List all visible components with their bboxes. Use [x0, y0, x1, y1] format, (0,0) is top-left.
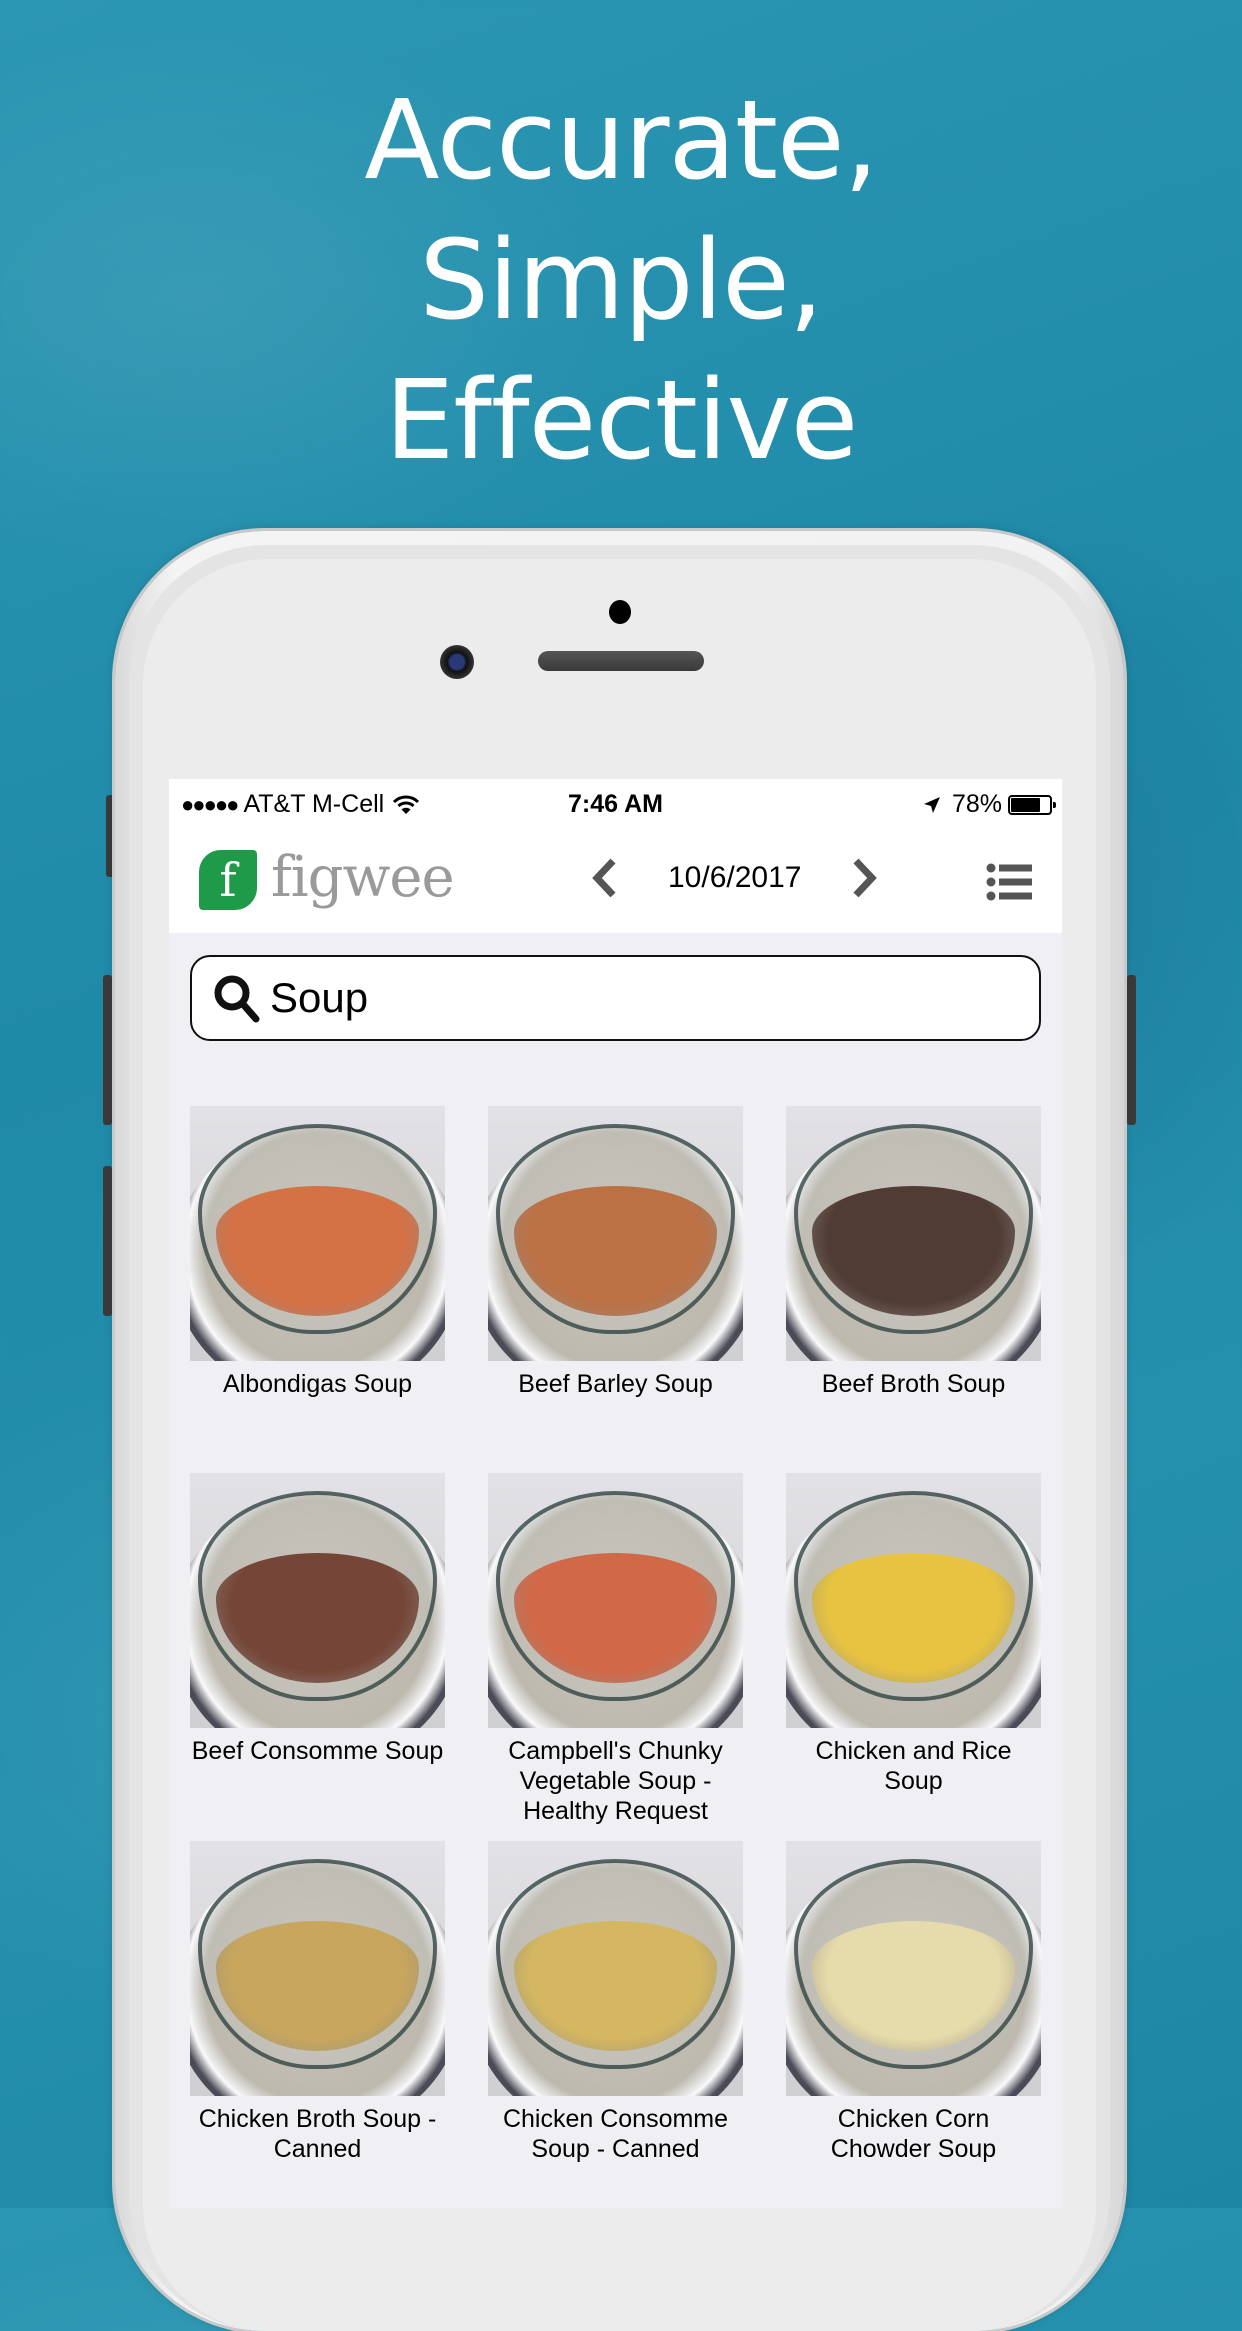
- phone-volume-down-button: [103, 1166, 112, 1316]
- tagline-line-2: Simple,: [419, 216, 824, 344]
- battery-icon: [1008, 794, 1056, 815]
- food-result-tile[interactable]: Albondigas Soup: [190, 1106, 445, 1399]
- food-name: Chicken and Rice Soup: [815, 1737, 1012, 1795]
- next-day-button[interactable]: [845, 851, 885, 905]
- chevron-left-icon: [592, 858, 616, 898]
- food-search-box[interactable]: [190, 955, 1041, 1041]
- figwee-logo[interactable]: f figwee: [199, 845, 455, 910]
- phone-volume-up-button: [103, 975, 112, 1125]
- app-screen: ●●●●● AT&T M-Cell 7:46 AM 78% f figwee 1…: [169, 779, 1062, 2208]
- marketing-tagline: Accurate, Simple, Effective: [0, 70, 1242, 490]
- phone-earpiece-speaker: [538, 651, 704, 671]
- food-name: Beef Barley Soup: [518, 1370, 713, 1398]
- battery-level-fill: [1011, 797, 1041, 812]
- food-name: Chicken Broth Soup - Canned: [198, 2105, 437, 2163]
- phone-front-camera: [440, 645, 474, 679]
- food-name: Albondigas Soup: [222, 1370, 413, 1398]
- logo-wordmark: figwee: [271, 845, 455, 910]
- food-photo: [488, 1106, 743, 1361]
- tagline-line-3: Effective: [384, 356, 859, 484]
- search-icon: [214, 975, 260, 1023]
- food-photo: [190, 1473, 445, 1728]
- food-photo: [786, 1841, 1041, 2096]
- food-result-tile[interactable]: Chicken Corn Chowder Soup: [786, 1841, 1041, 2164]
- logo-leaf-icon: f: [199, 849, 257, 910]
- food-result-tile[interactable]: Beef Broth Soup: [786, 1106, 1041, 1399]
- date-navigator: 10/6/2017: [584, 851, 885, 905]
- food-result-tile[interactable]: Chicken and Rice Soup: [786, 1473, 1041, 1796]
- food-result-tile[interactable]: Chicken Consomme Soup - Canned: [488, 1841, 743, 2164]
- food-photo: [190, 1106, 445, 1361]
- food-photo: [786, 1473, 1041, 1728]
- food-result-tile[interactable]: Chicken Broth Soup - Canned: [190, 1841, 445, 2164]
- search-input[interactable]: [270, 974, 970, 1022]
- app-header: f figwee 10/6/2017: [169, 829, 1062, 933]
- battery-percent: 78%: [951, 790, 1002, 818]
- status-bar: ●●●●● AT&T M-Cell 7:46 AM 78%: [169, 779, 1062, 829]
- phone-power-button: [1127, 975, 1136, 1125]
- list-menu-icon: [986, 863, 1032, 901]
- food-name: Beef Broth Soup: [821, 1370, 1006, 1398]
- current-date[interactable]: 10/6/2017: [668, 861, 801, 895]
- food-photo: [488, 1473, 743, 1728]
- food-name: Beef Consomme Soup: [191, 1737, 444, 1765]
- food-name: Chicken Consomme Soup - Canned: [502, 2105, 729, 2163]
- location-arrow-icon: [923, 796, 940, 813]
- phone-mute-switch: [106, 795, 115, 877]
- food-name: Campbell's Chunky Vegetable Soup - Healt…: [508, 1737, 723, 1825]
- food-result-tile[interactable]: Campbell's Chunky Vegetable Soup - Healt…: [488, 1473, 743, 1826]
- food-result-tile[interactable]: Beef Consomme Soup: [190, 1473, 445, 1766]
- food-photo: [190, 1841, 445, 2096]
- phone-proximity-sensor: [609, 600, 631, 624]
- food-name: Chicken Corn Chowder Soup: [830, 2105, 997, 2163]
- food-result-tile[interactable]: Beef Barley Soup: [488, 1106, 743, 1399]
- menu-button[interactable]: [986, 863, 1032, 901]
- previous-day-button[interactable]: [584, 851, 624, 905]
- chevron-right-icon: [853, 858, 878, 898]
- food-photo: [488, 1841, 743, 2096]
- tagline-line-1: Accurate,: [364, 76, 878, 204]
- food-photo: [786, 1106, 1041, 1361]
